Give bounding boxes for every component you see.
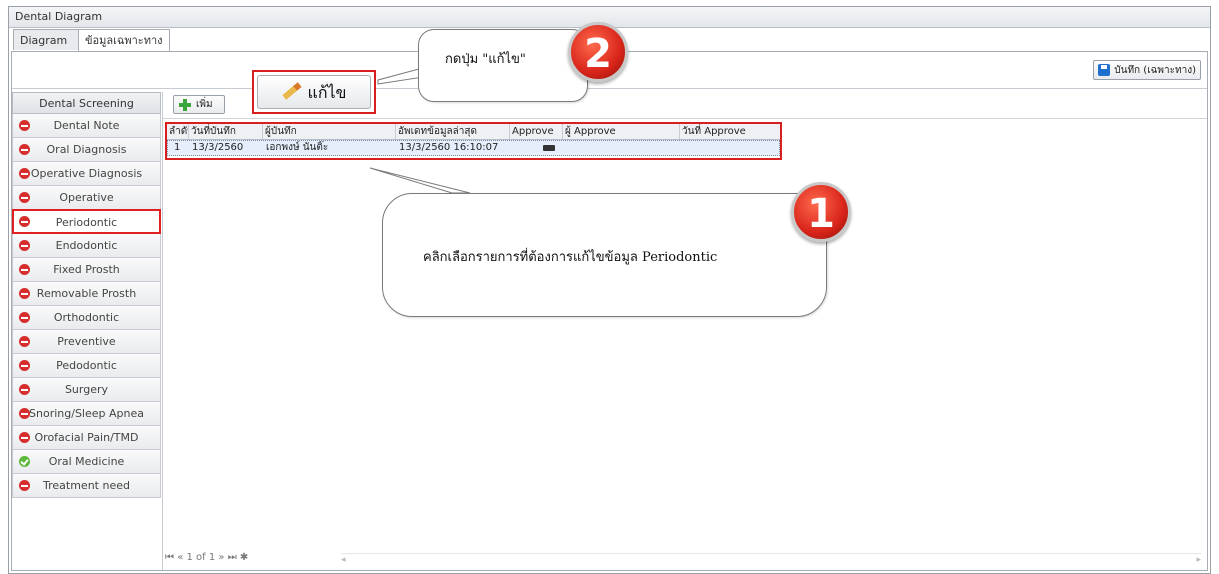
step-2-badge: 2 (568, 22, 628, 82)
callout-step-1: คลิกเลือกรายการที่ต้องการแก้ไขข้อมูล Per… (382, 193, 827, 317)
callout-step-2-text: กดปุ่ม "แก้ไข" (445, 52, 526, 67)
step-1-badge: 1 (791, 182, 851, 242)
callout-step-1-text: คลิกเลือกรายการที่ต้องการแก้ไขข้อมูล Per… (423, 250, 718, 265)
edit-button-highlight: แก้ไข (252, 70, 376, 114)
callout-pointer-step-1 (369, 167, 471, 194)
pencil-icon (281, 81, 302, 100)
edit-button[interactable]: แก้ไข (257, 75, 371, 109)
callout-step-2: กดปุ่ม "แก้ไข" (418, 29, 588, 102)
edit-button-label: แก้ไข (307, 83, 347, 102)
